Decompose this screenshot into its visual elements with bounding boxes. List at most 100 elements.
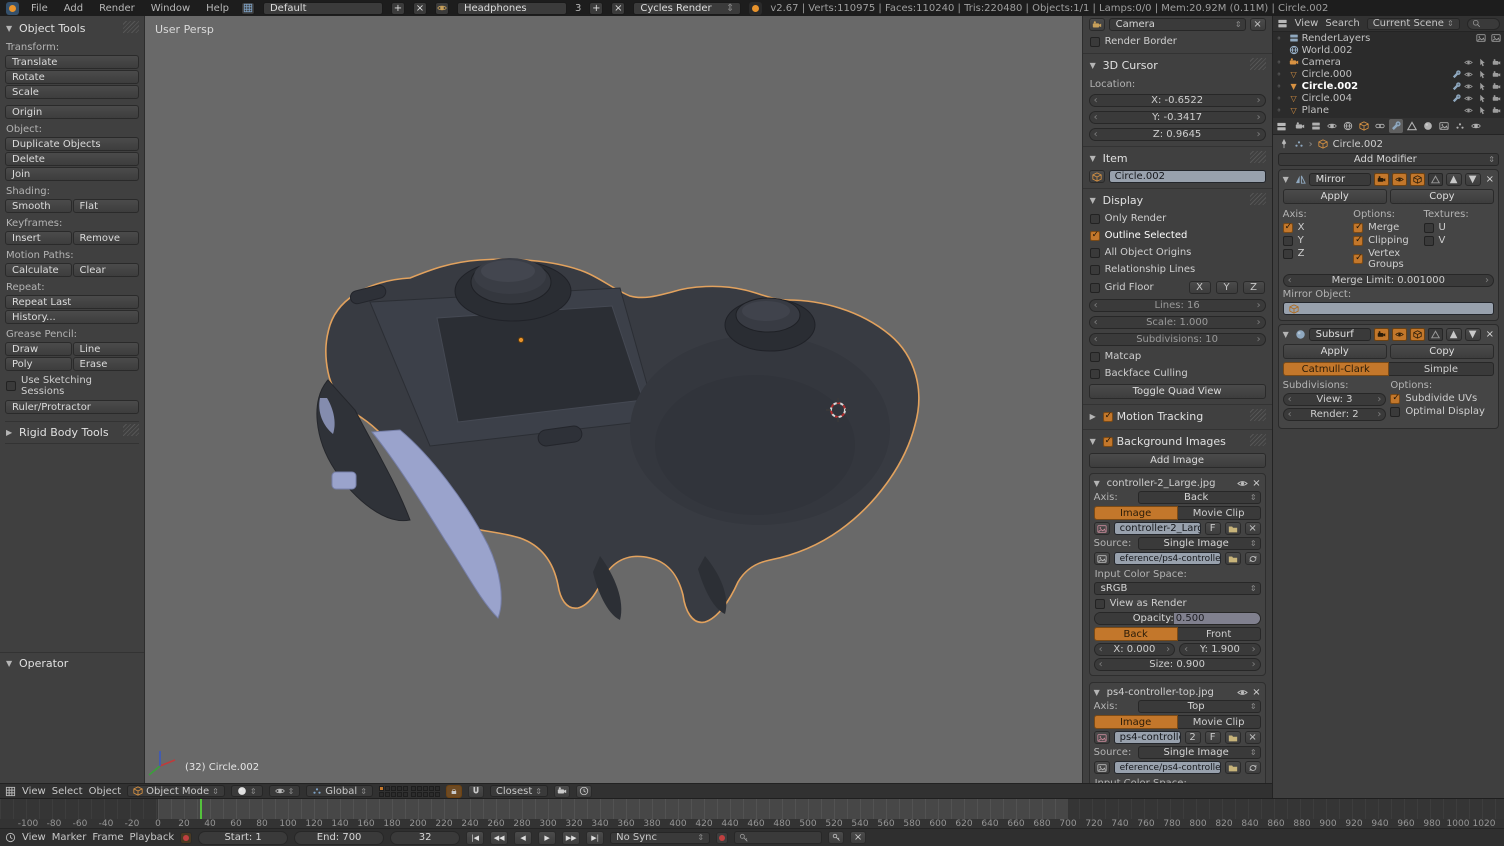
tab-physics[interactable]: [1469, 119, 1483, 133]
renderable-camera-icon[interactable]: [1492, 70, 1501, 79]
mirror-x-checkbox[interactable]: [1283, 223, 1293, 233]
collapse-icon[interactable]: ▼: [1094, 479, 1103, 488]
grid-lines-field[interactable]: Lines: 16: [1089, 299, 1266, 312]
screen-layout-icon[interactable]: [241, 2, 255, 15]
render-border-checkbox[interactable]: [1090, 37, 1100, 47]
layer-cell[interactable]: [385, 786, 390, 791]
3d-cursor-panel-header[interactable]: ▼3D Cursor: [1089, 56, 1266, 75]
visibility-eye-icon[interactable]: [1237, 478, 1248, 489]
blender-menu-icon[interactable]: [6, 2, 19, 15]
sync-mode-selector[interactable]: No Sync⇕: [610, 832, 710, 844]
item-panel-header[interactable]: ▼Item: [1089, 149, 1266, 168]
operator-panel-header[interactable]: ▼ Operator: [0, 652, 144, 674]
render-opengl-anim-button[interactable]: [576, 785, 592, 798]
render-subdivisions-field[interactable]: Render: 2: [1283, 408, 1387, 421]
image-name-field[interactable]: ps4-controller-top.jpg: [1114, 731, 1181, 744]
render-toggle[interactable]: [1374, 328, 1389, 341]
editor-type-icon[interactable]: [5, 832, 16, 843]
outliner-row-world[interactable]: World.002: [1273, 44, 1504, 56]
layout-delete-button[interactable]: ×: [413, 2, 427, 15]
clipping-checkbox[interactable]: [1353, 236, 1363, 246]
grease-poly-button[interactable]: Poly: [5, 357, 72, 371]
edit-mode-toggle[interactable]: [1410, 173, 1425, 186]
expand-icon[interactable]: ◦: [1277, 34, 1286, 43]
selectable-arrow-icon[interactable]: [1478, 94, 1487, 103]
pin-icon[interactable]: [1279, 139, 1289, 149]
layer-cell[interactable]: [397, 786, 402, 791]
grid-scale-field[interactable]: Scale: 1.000: [1089, 316, 1266, 329]
grid-x-toggle[interactable]: X: [1189, 281, 1211, 294]
hide-eye-icon[interactable]: [1464, 70, 1473, 79]
layer-cell[interactable]: [385, 792, 390, 797]
layer-cell[interactable]: [423, 786, 428, 791]
browse-file-button[interactable]: [1225, 761, 1241, 774]
layer-cell[interactable]: [417, 786, 422, 791]
outliner-row-circle002[interactable]: ◦ ▼ Circle.002: [1273, 80, 1504, 92]
render-engine-selector[interactable]: Cycles Render⇕: [633, 2, 741, 15]
timeline-frame-menu[interactable]: Frame: [92, 832, 123, 843]
layer-cell[interactable]: [379, 792, 384, 797]
repeat-last-button[interactable]: Repeat Last: [5, 295, 139, 309]
scene-users-count[interactable]: 3: [575, 3, 581, 14]
all-object-origins-checkbox[interactable]: [1090, 248, 1100, 258]
selectable-arrow-icon[interactable]: [1478, 106, 1487, 115]
tab-world[interactable]: [1341, 119, 1355, 133]
modifier-name-field[interactable]: Subsurf: [1309, 328, 1371, 341]
outliner-row-circle004[interactable]: ◦ ▽ Circle.004: [1273, 92, 1504, 104]
expand-icon[interactable]: ◦: [1277, 58, 1286, 67]
outliner-row-circle000[interactable]: ◦ ▽ Circle.000: [1273, 68, 1504, 80]
merge-limit-field[interactable]: Merge Limit: 0.001000: [1283, 274, 1494, 287]
movie-clip-tab[interactable]: Movie Clip: [1178, 506, 1261, 520]
timeline-ruler[interactable]: -100-80-60-40-20020406080100120140160180…: [0, 819, 1504, 829]
viewport-visibility-toggle[interactable]: [1392, 328, 1407, 341]
outliner-search-menu[interactable]: Search: [1325, 18, 1359, 29]
view-as-render-checkbox[interactable]: [1095, 599, 1105, 609]
reload-image-button[interactable]: [1245, 761, 1261, 774]
filepath-field[interactable]: eference/ps4-controller/ps4-controller-t…: [1114, 761, 1221, 774]
tab-render[interactable]: [1293, 119, 1307, 133]
hide-eye-icon[interactable]: [1464, 82, 1473, 91]
editor-type-icon[interactable]: [5, 786, 16, 797]
origin-button[interactable]: Origin: [5, 105, 139, 119]
duplicate-objects-button[interactable]: Duplicate Objects: [5, 137, 139, 151]
expand-icon[interactable]: ◦: [1277, 82, 1286, 91]
translate-button[interactable]: Translate: [5, 55, 139, 69]
open-image-button[interactable]: [1225, 731, 1241, 744]
view-subdivisions-field[interactable]: View: 3: [1283, 393, 1387, 406]
rotate-button[interactable]: Rotate: [5, 70, 139, 84]
add-image-button[interactable]: Add Image: [1089, 453, 1266, 468]
hide-eye-icon[interactable]: [1464, 94, 1473, 103]
editor-type-icon[interactable]: [1277, 18, 1288, 29]
layer-cell[interactable]: [429, 792, 434, 797]
render-toggle[interactable]: [1374, 173, 1389, 186]
panel-resize-hatch[interactable]: [1250, 193, 1266, 205]
frame-start-field[interactable]: Start: 1: [198, 831, 288, 845]
fake-user-button[interactable]: F: [1205, 522, 1221, 535]
layer-cell[interactable]: [435, 792, 440, 797]
view-menu[interactable]: View: [22, 786, 46, 797]
front-toggle[interactable]: Front: [1178, 627, 1261, 641]
timeline-view-menu[interactable]: View: [22, 832, 46, 843]
motion-tracking-checkbox[interactable]: [1103, 412, 1113, 422]
viewport-shading-selector[interactable]: ⇕: [231, 785, 263, 797]
backface-culling-checkbox[interactable]: [1090, 369, 1100, 379]
vertex-groups-checkbox[interactable]: [1353, 254, 1363, 264]
history-button[interactable]: History...: [5, 310, 139, 324]
outliner-display-mode[interactable]: Current Scene⇕: [1367, 18, 1460, 30]
image-datablock-icon[interactable]: [1094, 731, 1110, 744]
users-count-button[interactable]: 2: [1185, 731, 1201, 744]
image-tab[interactable]: Image: [1094, 715, 1178, 729]
move-up-button[interactable]: ▲: [1446, 328, 1462, 341]
grease-erase-button[interactable]: Erase: [73, 357, 140, 371]
only-render-checkbox[interactable]: [1090, 214, 1100, 224]
browse-file-button[interactable]: [1225, 552, 1241, 565]
motion-tracking-panel-header[interactable]: ▶ Motion Tracking: [1089, 407, 1266, 426]
expand-icon[interactable]: ◦: [1277, 94, 1286, 103]
size-field[interactable]: Size: 0.900: [1094, 658, 1261, 671]
apply-button[interactable]: Apply: [1283, 344, 1387, 359]
timeline-track[interactable]: [0, 799, 1504, 819]
image-tab[interactable]: Image: [1094, 506, 1178, 520]
menu-help[interactable]: Help: [202, 3, 233, 14]
hide-eye-icon[interactable]: [1464, 58, 1473, 67]
pivot-point-selector[interactable]: ⇕: [269, 785, 301, 797]
